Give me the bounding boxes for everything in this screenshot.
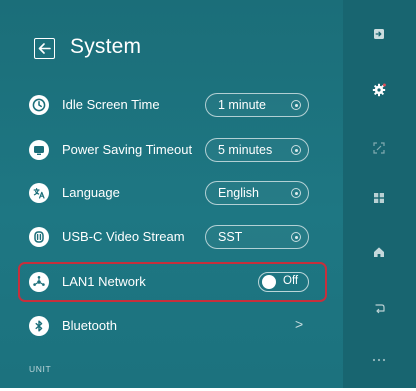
setting-label: Power Saving Timeout [62,142,193,157]
clock-icon [29,95,49,115]
system-settings-screen: System Idle Screen Time 1 minute Power S… [0,0,416,388]
monitor-power-icon [29,140,49,160]
setting-row-idle-screen-time: Idle Screen Time 1 minute [29,90,314,120]
select-value: 1 minute [218,98,266,112]
setting-label: Language [62,185,120,200]
select-value: SST [218,230,243,244]
back-button[interactable] [34,38,55,59]
setting-row-lan1-network: LAN1 Network Off [29,267,314,297]
setting-row-power-saving-timeout: Power Saving Timeout 5 minutes [29,135,314,165]
setting-label: Idle Screen Time [62,97,160,112]
lan1-network-toggle[interactable]: Off [258,272,309,292]
setting-label: LAN1 Network [62,274,146,289]
usb-c-icon [29,227,49,247]
page-title: System [70,35,142,58]
toggle-state-label: Off [283,275,299,287]
setting-row-usb-c-video-stream: USB-C Video Stream SST [29,222,314,252]
input-source-icon[interactable] [369,24,389,44]
select-indicator-icon [291,232,301,242]
select-indicator-icon [291,100,301,110]
screen-share-icon[interactable] [369,138,389,158]
language-select[interactable]: English [205,181,309,205]
section-label: UNIT [29,364,52,374]
arrow-left-icon [38,43,51,54]
more-dots-icon[interactable] [369,350,389,370]
select-indicator-icon [291,145,301,155]
setting-row-bluetooth[interactable]: Bluetooth > [29,311,314,341]
network-hub-icon [29,272,49,292]
home-icon[interactable] [369,242,389,262]
apps-grid-icon[interactable] [369,188,389,208]
power-saving-timeout-select[interactable]: 5 minutes [205,138,309,162]
select-value: 5 minutes [218,143,273,157]
translate-icon [29,183,49,203]
return-icon[interactable] [369,298,389,318]
bluetooth-icon [29,316,49,336]
settings-panel: System Idle Screen Time 1 minute Power S… [0,0,343,388]
usb-c-video-stream-select[interactable]: SST [205,225,309,249]
setting-label: Bluetooth [62,318,117,333]
chevron-right-icon: > [295,316,304,332]
settings-gear-icon[interactable] [369,80,389,100]
setting-label: USB-C Video Stream [62,229,185,244]
setting-row-language: Language English [29,178,314,208]
toggle-knob [262,275,276,289]
select-value: English [218,186,259,200]
select-indicator-icon [291,188,301,198]
idle-screen-time-select[interactable]: 1 minute [205,93,309,117]
